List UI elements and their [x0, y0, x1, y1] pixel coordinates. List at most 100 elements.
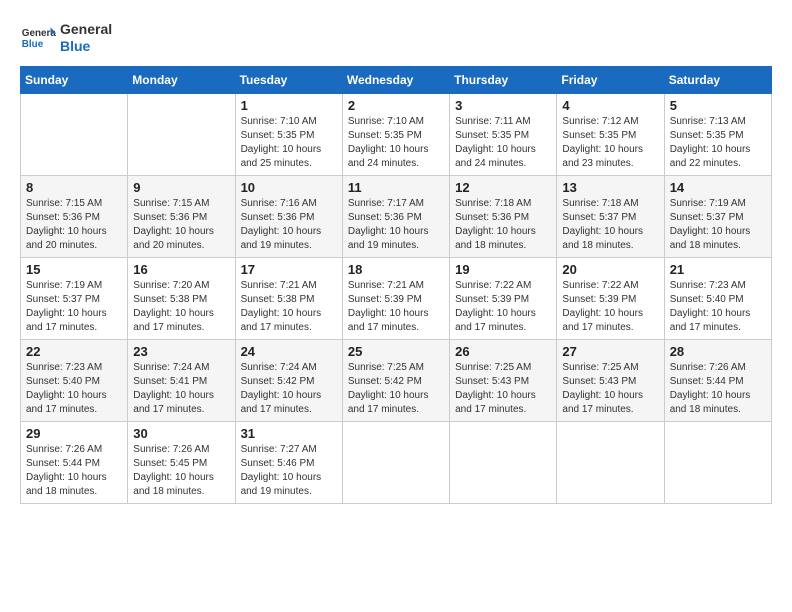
- day-number: 8: [26, 180, 122, 195]
- day-number: 12: [455, 180, 551, 195]
- day-info: Sunrise: 7:10 AMSunset: 5:35 PMDaylight:…: [348, 115, 444, 171]
- calendar-week-row: 29 Sunrise: 7:26 AMSunset: 5:44 PMDayligh…: [21, 422, 772, 504]
- calendar-header-row: SundayMondayTuesdayWednesdayThursdayFrid…: [21, 67, 772, 94]
- calendar-cell: 17Sunrise: 7:21 AMSunset: 5:38 PMDayligh…: [235, 258, 342, 340]
- calendar-day-header: Monday: [128, 67, 235, 94]
- day-info: Sunrise: 7:19 AMSunset: 5:37 PMDaylight:…: [26, 279, 122, 335]
- day-number: 15: [26, 262, 122, 277]
- day-info: Sunrise: 7:11 AMSunset: 5:35 PMDaylight:…: [455, 115, 551, 171]
- calendar-cell: 12 Sunrise: 7:18 AMSunset: 5:36 PMDayligh…: [450, 176, 557, 258]
- day-number: 10: [241, 180, 337, 195]
- day-number: 25: [348, 344, 444, 359]
- calendar-cell: 24 Sunrise: 7:24 AMSunset: 5:42 PMDayligh…: [235, 340, 342, 422]
- day-number: 24: [241, 344, 337, 359]
- day-number: 1: [241, 98, 337, 113]
- day-info: Sunrise: 7:12 AMSunset: 5:35 PMDaylight:…: [562, 115, 658, 171]
- day-number: 26: [455, 344, 551, 359]
- calendar-cell: [557, 422, 664, 504]
- day-number: 22: [26, 344, 122, 359]
- day-info: Sunrise: 7:25 AMSunset: 5:43 PMDaylight:…: [455, 361, 551, 417]
- day-info: Sunrise: 7:17 AMSunset: 5:36 PMDaylight:…: [348, 197, 444, 253]
- day-info: Sunrise: 7:24 AMSunset: 5:42 PMDaylight:…: [241, 361, 337, 417]
- logo: General Blue General Blue: [20, 20, 112, 56]
- day-info: Sunrise: 7:18 AMSunset: 5:36 PMDaylight:…: [455, 197, 551, 253]
- calendar-cell: [342, 422, 449, 504]
- calendar-cell: 2 Sunrise: 7:10 AMSunset: 5:35 PMDaylight…: [342, 94, 449, 176]
- calendar-day-header: Wednesday: [342, 67, 449, 94]
- calendar-cell: [664, 422, 771, 504]
- calendar-cell: 18 Sunrise: 7:21 AMSunset: 5:39 PMDayligh…: [342, 258, 449, 340]
- logo-blue-text: Blue: [60, 38, 112, 55]
- calendar-cell: 8 Sunrise: 7:15 AMSunset: 5:36 PMDaylight…: [21, 176, 128, 258]
- calendar-cell: 13 Sunrise: 7:18 AMSunset: 5:37 PMDayligh…: [557, 176, 664, 258]
- calendar-cell: 14 Sunrise: 7:19 AMSunset: 5:37 PMDayligh…: [664, 176, 771, 258]
- calendar-cell: 19 Sunrise: 7:22 AMSunset: 5:39 PMDayligh…: [450, 258, 557, 340]
- day-info: Sunrise: 7:20 AMSunset: 5:38 PMDaylight:…: [133, 279, 229, 335]
- day-info: Sunrise: 7:25 AMSunset: 5:42 PMDaylight:…: [348, 361, 444, 417]
- calendar-cell: 28 Sunrise: 7:26 AMSunset: 5:44 PMDayligh…: [664, 340, 771, 422]
- day-number: 27: [562, 344, 658, 359]
- calendar-cell: 26 Sunrise: 7:25 AMSunset: 5:43 PMDayligh…: [450, 340, 557, 422]
- day-info: Sunrise: 7:15 AMSunset: 5:36 PMDaylight:…: [26, 197, 122, 253]
- day-number: 2: [348, 98, 444, 113]
- day-info: Sunrise: 7:23 AMSunset: 5:40 PMDaylight:…: [26, 361, 122, 417]
- day-info: Sunrise: 7:26 AMSunset: 5:44 PMDaylight:…: [26, 443, 122, 499]
- calendar-day-header: Tuesday: [235, 67, 342, 94]
- day-number: 13: [562, 180, 658, 195]
- calendar-cell: 31Sunrise: 7:27 AMSunset: 5:46 PMDayligh…: [235, 422, 342, 504]
- calendar-cell: [450, 422, 557, 504]
- day-info: Sunrise: 7:23 AMSunset: 5:40 PMDaylight:…: [670, 279, 766, 335]
- svg-text:Blue: Blue: [22, 39, 44, 50]
- calendar-cell: 11Sunrise: 7:17 AMSunset: 5:36 PMDayligh…: [342, 176, 449, 258]
- day-number: 14: [670, 180, 766, 195]
- day-number: 21: [670, 262, 766, 277]
- day-number: 3: [455, 98, 551, 113]
- day-number: 30: [133, 426, 229, 441]
- calendar-day-header: Sunday: [21, 67, 128, 94]
- calendar-cell: 5Sunrise: 7:13 AMSunset: 5:35 PMDaylight…: [664, 94, 771, 176]
- calendar-cell: 27 Sunrise: 7:25 AMSunset: 5:43 PMDayligh…: [557, 340, 664, 422]
- day-info: Sunrise: 7:19 AMSunset: 5:37 PMDaylight:…: [670, 197, 766, 253]
- calendar-week-row: 1 Sunrise: 7:10 AMSunset: 5:35 PMDaylight…: [21, 94, 772, 176]
- calendar-cell: 16Sunrise: 7:20 AMSunset: 5:38 PMDayligh…: [128, 258, 235, 340]
- calendar-day-header: Thursday: [450, 67, 557, 94]
- calendar-cell: 30 Sunrise: 7:26 AMSunset: 5:45 PMDayligh…: [128, 422, 235, 504]
- calendar-cell: 3 Sunrise: 7:11 AMSunset: 5:35 PMDaylight…: [450, 94, 557, 176]
- calendar-cell: 4 Sunrise: 7:12 AMSunset: 5:35 PMDaylight…: [557, 94, 664, 176]
- calendar-cell: 29 Sunrise: 7:26 AMSunset: 5:44 PMDayligh…: [21, 422, 128, 504]
- day-info: Sunrise: 7:18 AMSunset: 5:37 PMDaylight:…: [562, 197, 658, 253]
- page-header: General Blue General Blue: [20, 20, 772, 56]
- day-number: 19: [455, 262, 551, 277]
- logo-general-text: General: [60, 21, 112, 38]
- day-info: Sunrise: 7:16 AMSunset: 5:36 PMDaylight:…: [241, 197, 337, 253]
- day-number: 4: [562, 98, 658, 113]
- calendar-week-row: 8 Sunrise: 7:15 AMSunset: 5:36 PMDaylight…: [21, 176, 772, 258]
- calendar-cell: 1 Sunrise: 7:10 AMSunset: 5:35 PMDaylight…: [235, 94, 342, 176]
- calendar-day-header: Friday: [557, 67, 664, 94]
- calendar-cell: 22 Sunrise: 7:23 AMSunset: 5:40 PMDayligh…: [21, 340, 128, 422]
- day-number: 17: [241, 262, 337, 277]
- calendar-cell: 21 Sunrise: 7:23 AMSunset: 5:40 PMDayligh…: [664, 258, 771, 340]
- day-info: Sunrise: 7:25 AMSunset: 5:43 PMDaylight:…: [562, 361, 658, 417]
- day-info: Sunrise: 7:26 AMSunset: 5:44 PMDaylight:…: [670, 361, 766, 417]
- day-info: Sunrise: 7:22 AMSunset: 5:39 PMDaylight:…: [562, 279, 658, 335]
- calendar-cell: 10 Sunrise: 7:16 AMSunset: 5:36 PMDayligh…: [235, 176, 342, 258]
- day-info: Sunrise: 7:10 AMSunset: 5:35 PMDaylight:…: [241, 115, 337, 171]
- day-number: 28: [670, 344, 766, 359]
- day-info: Sunrise: 7:22 AMSunset: 5:39 PMDaylight:…: [455, 279, 551, 335]
- calendar-cell: [128, 94, 235, 176]
- day-number: 20: [562, 262, 658, 277]
- day-number: 31: [241, 426, 337, 441]
- day-info: Sunrise: 7:15 AMSunset: 5:36 PMDaylight:…: [133, 197, 229, 253]
- calendar-day-header: Saturday: [664, 67, 771, 94]
- calendar-cell: 15 Sunrise: 7:19 AMSunset: 5:37 PMDayligh…: [21, 258, 128, 340]
- logo-icon: General Blue: [20, 20, 56, 56]
- calendar-table: SundayMondayTuesdayWednesdayThursdayFrid…: [20, 66, 772, 504]
- day-number: 9: [133, 180, 229, 195]
- day-number: 23: [133, 344, 229, 359]
- day-number: 29: [26, 426, 122, 441]
- day-info: Sunrise: 7:21 AMSunset: 5:39 PMDaylight:…: [348, 279, 444, 335]
- day-number: 18: [348, 262, 444, 277]
- day-number: 5: [670, 98, 766, 113]
- day-info: Sunrise: 7:26 AMSunset: 5:45 PMDaylight:…: [133, 443, 229, 499]
